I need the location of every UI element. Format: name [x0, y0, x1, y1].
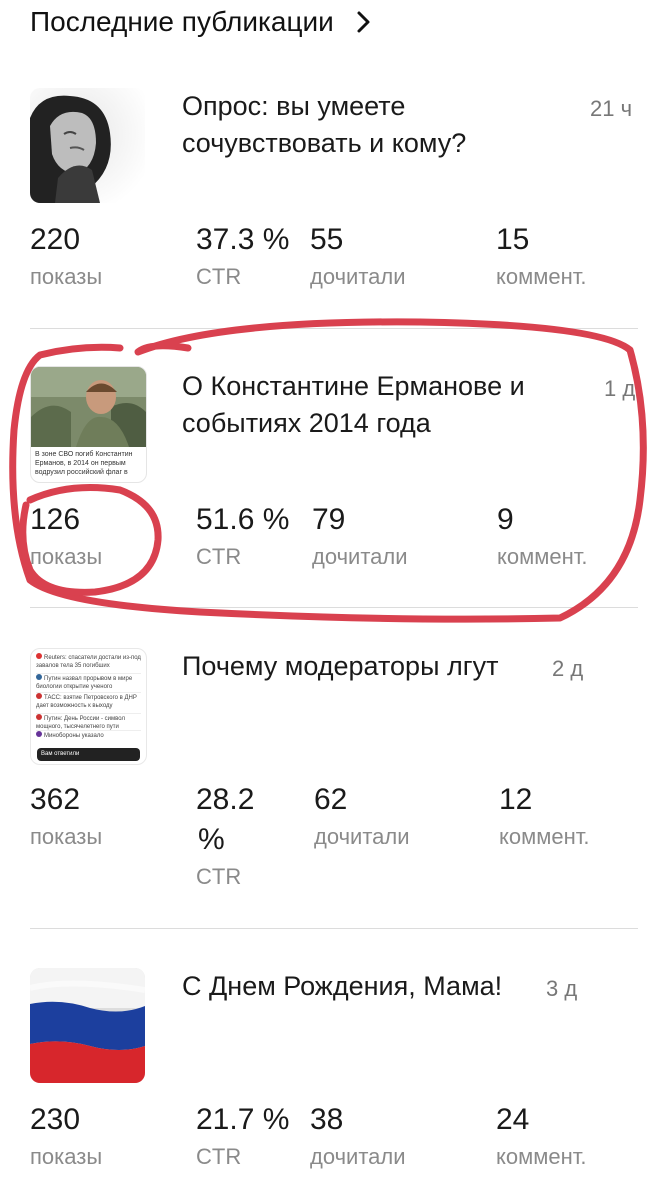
publication-thumbnail[interactable]: В зоне СВО погиб Константин Ерманов, в 2…	[30, 366, 147, 483]
reads-label: дочитали	[312, 544, 408, 569]
publication-thumbnail[interactable]: Reuters: спасатели достали из-под завало…	[30, 648, 147, 765]
reads-value: 38	[310, 1103, 344, 1136]
publication-age: 1 д	[604, 376, 636, 401]
title-line: событиях 2014 года	[182, 408, 431, 438]
news-item: Reuters: спасатели достали из-под завало…	[36, 653, 141, 674]
title-line: сочувствовать и кому?	[182, 128, 467, 158]
publication-card[interactable]: Reuters: спасатели достали из-под завало…	[0, 610, 668, 930]
title-line: С Днем Рождения, Мама!	[182, 971, 503, 1001]
reads-label: дочитали	[314, 824, 410, 849]
divider	[30, 607, 638, 608]
title-line: О Константине Ерманове и	[182, 371, 525, 401]
comments-label: коммент.	[496, 264, 587, 289]
publication-card[interactable]: В зоне СВО погиб Константин Ерманов, в 2…	[0, 330, 668, 610]
portrait-photo	[30, 88, 145, 203]
views-label: показы	[30, 264, 103, 289]
comments-label: коммент.	[496, 1144, 587, 1169]
title-line: Почему модераторы лгут	[182, 651, 499, 681]
ctr-value: 28.2	[196, 783, 255, 816]
thumbnail-caption: В зоне СВО погиб Константин Ерманов, в 2…	[35, 451, 133, 476]
reads-value: 55	[310, 223, 344, 256]
views-value: 220	[30, 223, 81, 256]
ctr-value-unit: %	[198, 823, 225, 856]
comments-value: 12	[499, 783, 533, 816]
publication-title[interactable]: Почему модераторы лгут	[182, 648, 498, 685]
news-item: ТАСС: взятие Петровского в ДНР дает возм…	[36, 693, 141, 714]
publication-thumbnail[interactable]	[30, 968, 145, 1083]
comments-label: коммент.	[497, 544, 588, 569]
views-label: показы	[30, 824, 103, 849]
publication-age: 21 ч	[590, 96, 633, 121]
views-value: 362	[30, 783, 81, 816]
reads-value: 62	[314, 783, 348, 816]
title-line: Опрос: вы умеете	[182, 91, 406, 121]
news-item: Путин назвал прорывом в мире биологии от…	[36, 674, 141, 693]
publication-title[interactable]: О Константине Ерманове и событиях 2014 г…	[182, 368, 525, 442]
publication-age: 2 д	[552, 656, 584, 681]
comments-label: коммент.	[499, 824, 590, 849]
ctr-value: 51.6 %	[196, 503, 290, 536]
publication-thumbnail[interactable]	[30, 88, 145, 203]
news-item: Минобороны указало	[36, 731, 141, 741]
publication-card[interactable]: С Днем Рождения, Мама! 3 д 230 показы 21…	[0, 930, 668, 1200]
comments-value: 24	[496, 1103, 530, 1136]
comments-value: 15	[496, 223, 530, 256]
reads-label: дочитали	[310, 264, 406, 289]
ctr-label: CTR	[196, 264, 242, 289]
ctr-label: CTR	[196, 544, 242, 569]
toast-notification: Вам ответили	[37, 748, 140, 761]
divider	[30, 328, 638, 329]
reads-label: дочитали	[310, 1144, 406, 1169]
views-value: 230	[30, 1103, 81, 1136]
ctr-label: CTR	[196, 864, 242, 889]
ctr-value: 37.3 %	[196, 223, 290, 256]
views-label: показы	[30, 1144, 103, 1169]
russian-flag-image	[30, 968, 145, 1083]
comments-value: 9	[497, 503, 514, 536]
reads-value: 79	[312, 503, 346, 536]
publication-title[interactable]: Опрос: вы умеете сочувствовать и кому?	[182, 88, 466, 162]
publication-card[interactable]: Опрос: вы умеете сочувствовать и кому? 2…	[0, 0, 668, 330]
ctr-value: 21.7 %	[196, 1103, 290, 1136]
news-feed-preview: Reuters: спасатели достали из-под завало…	[31, 649, 146, 745]
views-value: 126	[30, 503, 81, 536]
divider	[30, 928, 638, 929]
soldier-photo	[31, 367, 146, 447]
publication-age: 3 д	[546, 976, 578, 1001]
ctr-label: CTR	[196, 1144, 242, 1169]
views-label: показы	[30, 544, 103, 569]
news-item: Путин: День России - символ мощного, тыс…	[36, 714, 141, 731]
publication-title[interactable]: С Днем Рождения, Мама!	[182, 968, 502, 1005]
